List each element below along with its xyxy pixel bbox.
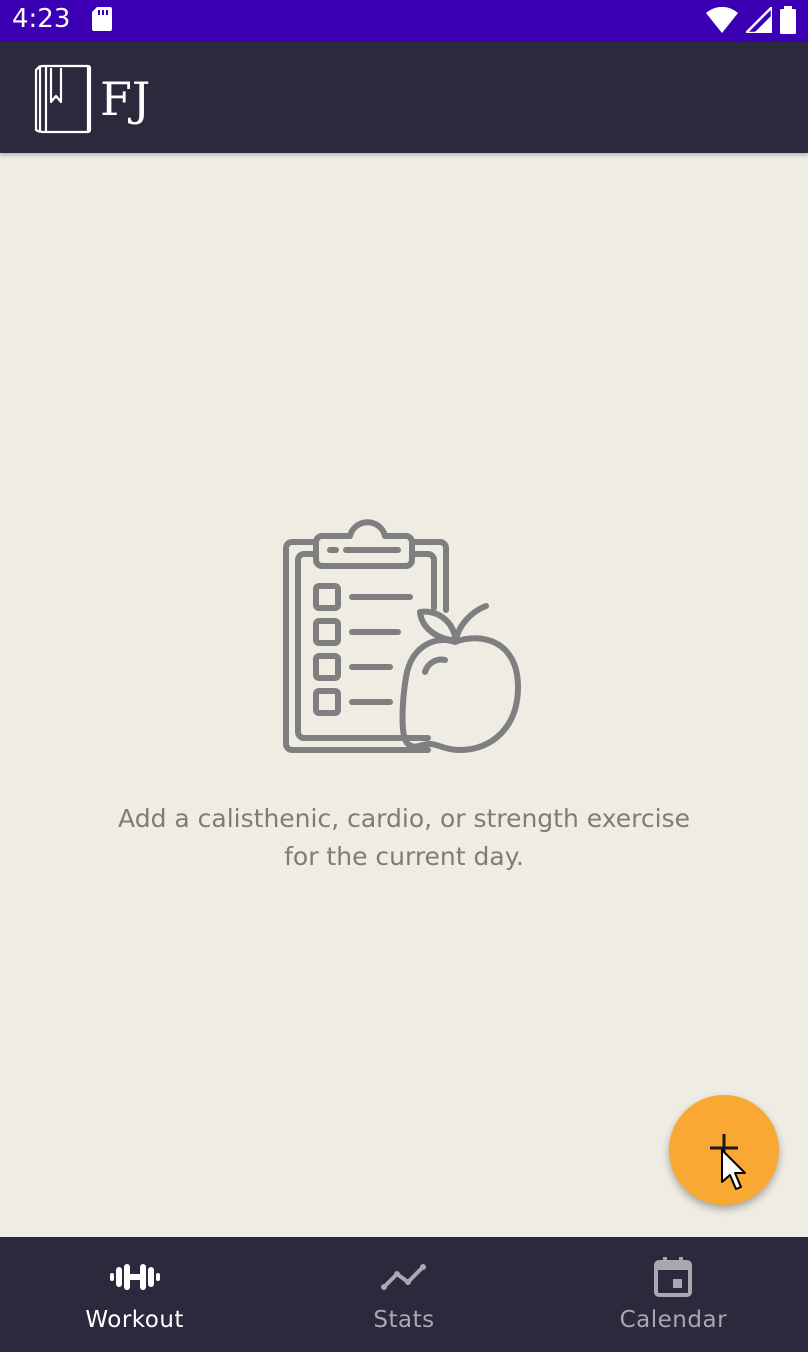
sd-card-icon: [92, 7, 112, 36]
bottom-navigation: Workout Stats Calendar: [0, 1237, 808, 1352]
mouse-pointer-icon: [720, 1148, 748, 1197]
nav-label-calendar: Calendar: [619, 1307, 728, 1333]
status-bar: 4:23: [0, 0, 808, 42]
wifi-icon: [706, 6, 738, 38]
nav-item-calendar[interactable]: Calendar: [539, 1237, 808, 1352]
bookmark-book-icon: [34, 60, 92, 139]
dumbbell-icon: [109, 1257, 160, 1297]
nav-label-stats: Stats: [373, 1307, 435, 1333]
status-time: 4:23: [12, 4, 71, 34]
nav-item-workout[interactable]: Workout: [0, 1237, 269, 1352]
calendar-icon: [654, 1257, 693, 1297]
battery-icon: [780, 6, 796, 39]
nav-item-stats[interactable]: Stats: [269, 1237, 538, 1352]
clipboard-apple-icon: [280, 512, 530, 762]
empty-state-message: Add a calisthenic, cardio, or strength e…: [118, 804, 690, 871]
trend-line-icon: [380, 1257, 427, 1297]
app-bar: FJ: [0, 42, 808, 153]
app-logo-text: FJ: [100, 72, 151, 126]
signal-icon: [742, 3, 774, 38]
nav-label-workout: Workout: [85, 1307, 184, 1333]
